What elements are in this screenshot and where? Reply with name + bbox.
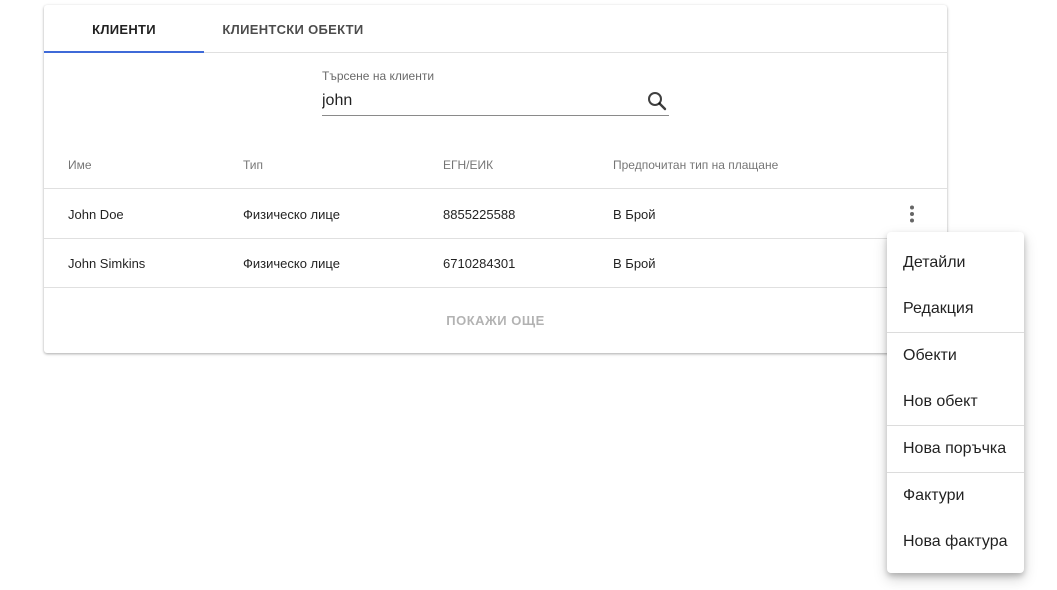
tab-bar: КЛИЕНТИ КЛИЕНТСКИ ОБЕКТИ [44, 5, 947, 53]
clients-card: КЛИЕНТИ КЛИЕНТСКИ ОБЕКТИ Търсене на клие… [44, 5, 947, 353]
search-field: Търсене на клиенти [322, 67, 669, 117]
column-header-name[interactable]: Име [68, 141, 92, 188]
client-egn: 8855225588 [443, 206, 516, 222]
menu-item-objects[interactable]: Обекти [887, 333, 1024, 379]
client-payment-type: В Брой [613, 206, 656, 222]
client-payment-type: В Брой [613, 255, 656, 271]
menu-item-details[interactable]: Детайли [887, 240, 1024, 286]
active-tab-indicator [44, 51, 204, 53]
menu-item-new-order[interactable]: Нова поръчка [887, 426, 1024, 472]
column-header-egn[interactable]: ЕГН/ЕИК [443, 141, 493, 188]
menu-item-edit[interactable]: Редакция [887, 286, 1024, 332]
search-icon[interactable] [645, 89, 669, 113]
menu-item-invoices[interactable]: Фактури [887, 473, 1024, 519]
client-name: John Simkins [68, 255, 146, 271]
table-row[interactable]: John Simkins Физическо лице 6710284301 В… [44, 239, 947, 288]
table-header: Име Тип ЕГН/ЕИК Предпочитан тип на плаща… [44, 141, 947, 189]
column-header-payment[interactable]: Предпочитан тип на плащане [613, 141, 778, 188]
client-type: Физическо лице [243, 206, 340, 222]
more-vert-icon[interactable] [900, 202, 924, 226]
search-underline [322, 115, 669, 116]
search-label: Търсене на клиенти [322, 69, 435, 83]
row-actions-menu: Детайли Редакция Обекти Нов обект Нова п… [887, 232, 1024, 573]
menu-item-new-object[interactable]: Нов обект [887, 379, 1024, 425]
table-row[interactable]: John Doe Физическо лице 8855225588 В Бро… [44, 190, 947, 239]
menu-item-new-invoice[interactable]: Нова фактура [887, 519, 1024, 565]
search-input[interactable] [322, 89, 642, 113]
show-more-button[interactable]: ПОКАЖИ ОЩЕ [44, 302, 947, 338]
tab-clients[interactable]: КЛИЕНТИ [44, 5, 204, 53]
client-type: Физическо лице [243, 255, 340, 271]
column-header-type[interactable]: Тип [243, 141, 263, 188]
client-name: John Doe [68, 206, 124, 222]
tab-client-objects[interactable]: КЛИЕНТСКИ ОБЕКТИ [203, 5, 383, 53]
client-egn: 6710284301 [443, 255, 516, 271]
